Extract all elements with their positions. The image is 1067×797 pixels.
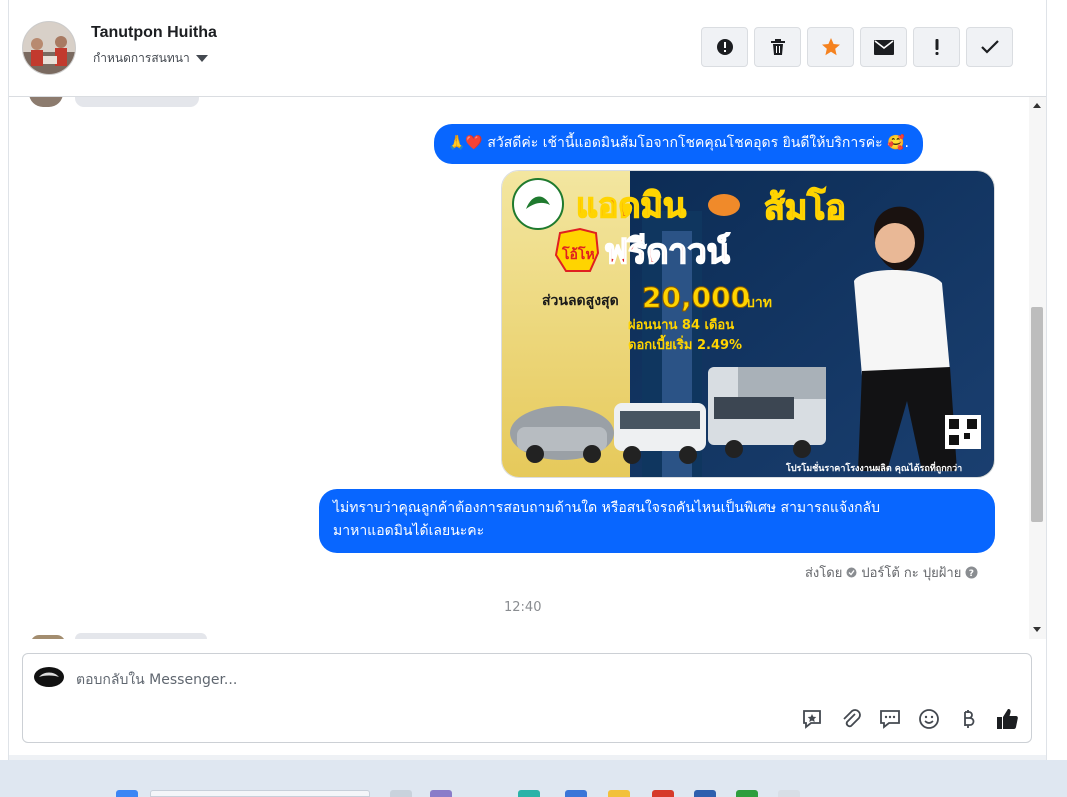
svg-text:?: ? xyxy=(969,569,974,579)
emoji-icon xyxy=(918,708,939,729)
assign-conversation-label: กำหนดการสนทนา xyxy=(93,51,190,65)
promo-discount-unit: บาท xyxy=(746,295,772,311)
like-button[interactable] xyxy=(994,706,1019,731)
emoji-button[interactable] xyxy=(916,706,941,731)
reply-input[interactable] xyxy=(76,669,776,691)
attachment-icon xyxy=(842,708,861,727)
incoming-avatar-2 xyxy=(31,635,65,639)
conversation-header: Tanutpon Huitha กำหนดการสนทนา xyxy=(9,0,1046,97)
sent-by-prefix: ส่งโดย xyxy=(805,566,843,581)
message-thread[interactable]: 🙏❤️ สวัสดีค่ะ เช้านี้แอดมินส้มโอจากโชคคุ… xyxy=(9,97,1046,639)
attachment-button[interactable] xyxy=(838,706,863,731)
outgoing-message-greeting: 🙏❤️ สวัสดีค่ะ เช้านี้แอดมินส้มโอจากโชคคุ… xyxy=(434,124,923,164)
question-line-2: มาหาแอดมินได้เลยนะคะ xyxy=(333,523,485,539)
delete-button[interactable] xyxy=(754,27,801,67)
taskbar-app-icon[interactable] xyxy=(518,790,540,797)
taskbar-app-icon[interactable] xyxy=(736,790,758,797)
star-button[interactable] xyxy=(807,27,854,67)
taskbar-app-icon[interactable] xyxy=(390,790,412,797)
incoming-message-bubble-2 xyxy=(75,633,207,639)
question-line-1: ไม่ทราบว่าคุณลูกค้าต้องการสอบถามด้านใด ห… xyxy=(333,500,881,516)
windows-start-icon[interactable] xyxy=(116,790,138,797)
composer-tools xyxy=(799,706,1019,731)
scroll-down-arrow-icon[interactable] xyxy=(1033,627,1041,632)
payment-button[interactable] xyxy=(955,706,980,731)
taskbar-app-icon[interactable] xyxy=(565,790,587,797)
promo-image[interactable]: แอดมิน ส้มโอ โอ้โห ฟรีดาวน์ ส่วนลดสูงสุด… xyxy=(501,170,995,478)
sent-by-name: ปอร์โต้ กะ ปุยฝ้าย xyxy=(861,566,962,581)
promo-installment: ผ่อนนาน 84 เดือน xyxy=(628,317,734,333)
greeting-text: 🙏❤️ สวัสดีค่ะ เช้านี้แอดมินส้มโอจากโชคคุ… xyxy=(448,135,909,151)
left-edge-panel xyxy=(0,0,9,760)
promo-headline: ฟรีดาวน์ xyxy=(604,232,730,272)
chat-bubble-icon xyxy=(879,709,900,729)
exclamation-icon xyxy=(935,39,938,55)
scroll-up-arrow-icon[interactable] xyxy=(1033,103,1041,108)
taskbar-search-box[interactable] xyxy=(150,790,370,797)
promo-discount-value: 20,000 xyxy=(642,281,750,314)
conversation-panel: Tanutpon Huitha กำหนดการสนทนา 🙏❤️ สวัสดี… xyxy=(9,0,1046,755)
taskbar-app-icon[interactable] xyxy=(652,790,674,797)
incoming-avatar xyxy=(29,97,63,107)
contact-avatar[interactable] xyxy=(22,21,76,75)
conversation-actions xyxy=(701,27,1013,67)
saved-replies-button[interactable] xyxy=(799,706,824,731)
chat-bubble-button[interactable] xyxy=(877,706,902,731)
promo-title2: ส้มโอ xyxy=(764,187,846,228)
sent-by-info: ส่งโดย ปอร์โต้ กะ ปุยฝ้าย ? xyxy=(805,562,978,583)
promo-badge: โอ้โห xyxy=(561,245,595,263)
reply-composer xyxy=(22,653,1032,743)
alert-circle-icon xyxy=(716,39,733,55)
right-edge-panel xyxy=(1046,0,1067,760)
taskbar-app-icon[interactable] xyxy=(694,790,716,797)
os-taskbar xyxy=(0,760,1067,797)
taskbar-app-icon[interactable] xyxy=(608,790,630,797)
follow-up-button[interactable] xyxy=(913,27,960,67)
trash-icon xyxy=(770,39,785,55)
saved-replies-icon xyxy=(802,709,821,729)
mark-done-button[interactable] xyxy=(966,27,1013,67)
message-timestamp: 12:40 xyxy=(504,600,542,615)
taskbar-app-icon[interactable] xyxy=(778,790,800,797)
thread-scrollbar[interactable] xyxy=(1029,97,1046,639)
help-icon[interactable]: ? xyxy=(965,566,978,579)
contact-name: Tanutpon Huitha xyxy=(91,24,217,41)
promo-discount-label: ส่วนลดสูงสุด xyxy=(542,293,619,309)
caret-down-icon xyxy=(195,55,208,62)
check-icon xyxy=(980,40,999,54)
promo-title: แอดมิน xyxy=(576,186,686,226)
star-icon xyxy=(821,38,840,56)
verified-check-icon xyxy=(846,567,857,578)
outgoing-message-question: ไม่ทราบว่าคุณลูกค้าต้องการสอบถามด้านใด ห… xyxy=(319,489,995,553)
scrollbar-thumb[interactable] xyxy=(1031,307,1043,522)
taskbar-app-icon[interactable] xyxy=(430,790,452,797)
baht-icon xyxy=(963,709,974,728)
thumbs-up-icon xyxy=(996,708,1018,729)
page-avatar xyxy=(34,667,64,687)
mark-unread-button[interactable] xyxy=(860,27,907,67)
incoming-message-bubble xyxy=(75,97,199,107)
report-button[interactable] xyxy=(701,27,748,67)
assign-conversation-dropdown[interactable]: กำหนดการสนทนา xyxy=(93,49,208,68)
envelope-icon xyxy=(873,39,894,55)
